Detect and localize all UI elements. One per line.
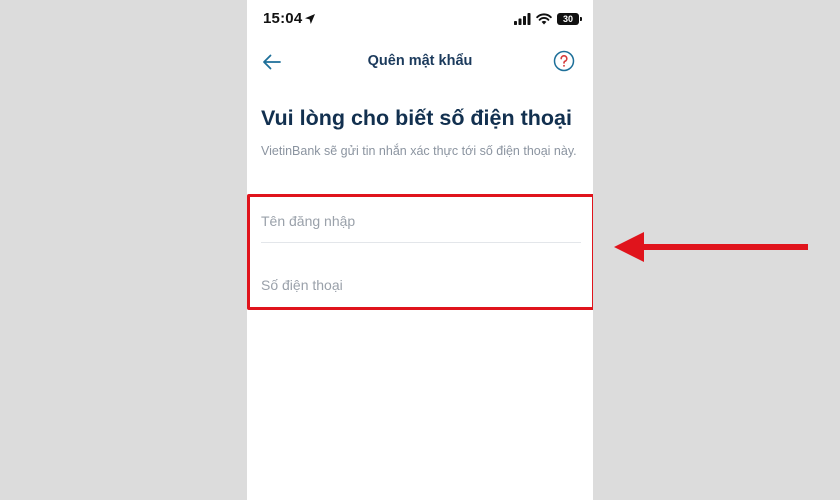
battery-level: 30 <box>562 13 573 24</box>
battery-icon: 30 <box>557 13 582 25</box>
status-indicators: 30 <box>514 12 582 26</box>
phone-number-input[interactable] <box>261 265 581 305</box>
phone-screen: 15:04 30 Quên mật khẩu Vui lòng cho biết… <box>247 0 593 500</box>
annotation-arrow-icon <box>614 232 808 262</box>
form-heading: Vui lòng cho biết số điện thoại <box>261 106 572 130</box>
question-circle-icon[interactable] <box>553 50 575 72</box>
cellular-signal-icon <box>514 13 531 25</box>
highlighted-input-group <box>247 194 593 310</box>
nav-header: Quên mật khẩu <box>247 44 593 80</box>
wifi-icon <box>536 13 552 25</box>
username-input[interactable] <box>261 201 581 241</box>
page-title: Quên mật khẩu <box>367 53 473 69</box>
screenshot-stage: 15:04 30 Quên mật khẩu Vui lòng cho biết… <box>0 0 840 500</box>
location-arrow-icon <box>305 14 315 24</box>
status-bar: 15:04 30 <box>247 0 593 40</box>
field-divider <box>261 242 581 243</box>
status-time: 15:04 <box>263 10 303 27</box>
form-description: VietinBank sẽ gửi tin nhắn xác thực tới … <box>261 144 577 158</box>
